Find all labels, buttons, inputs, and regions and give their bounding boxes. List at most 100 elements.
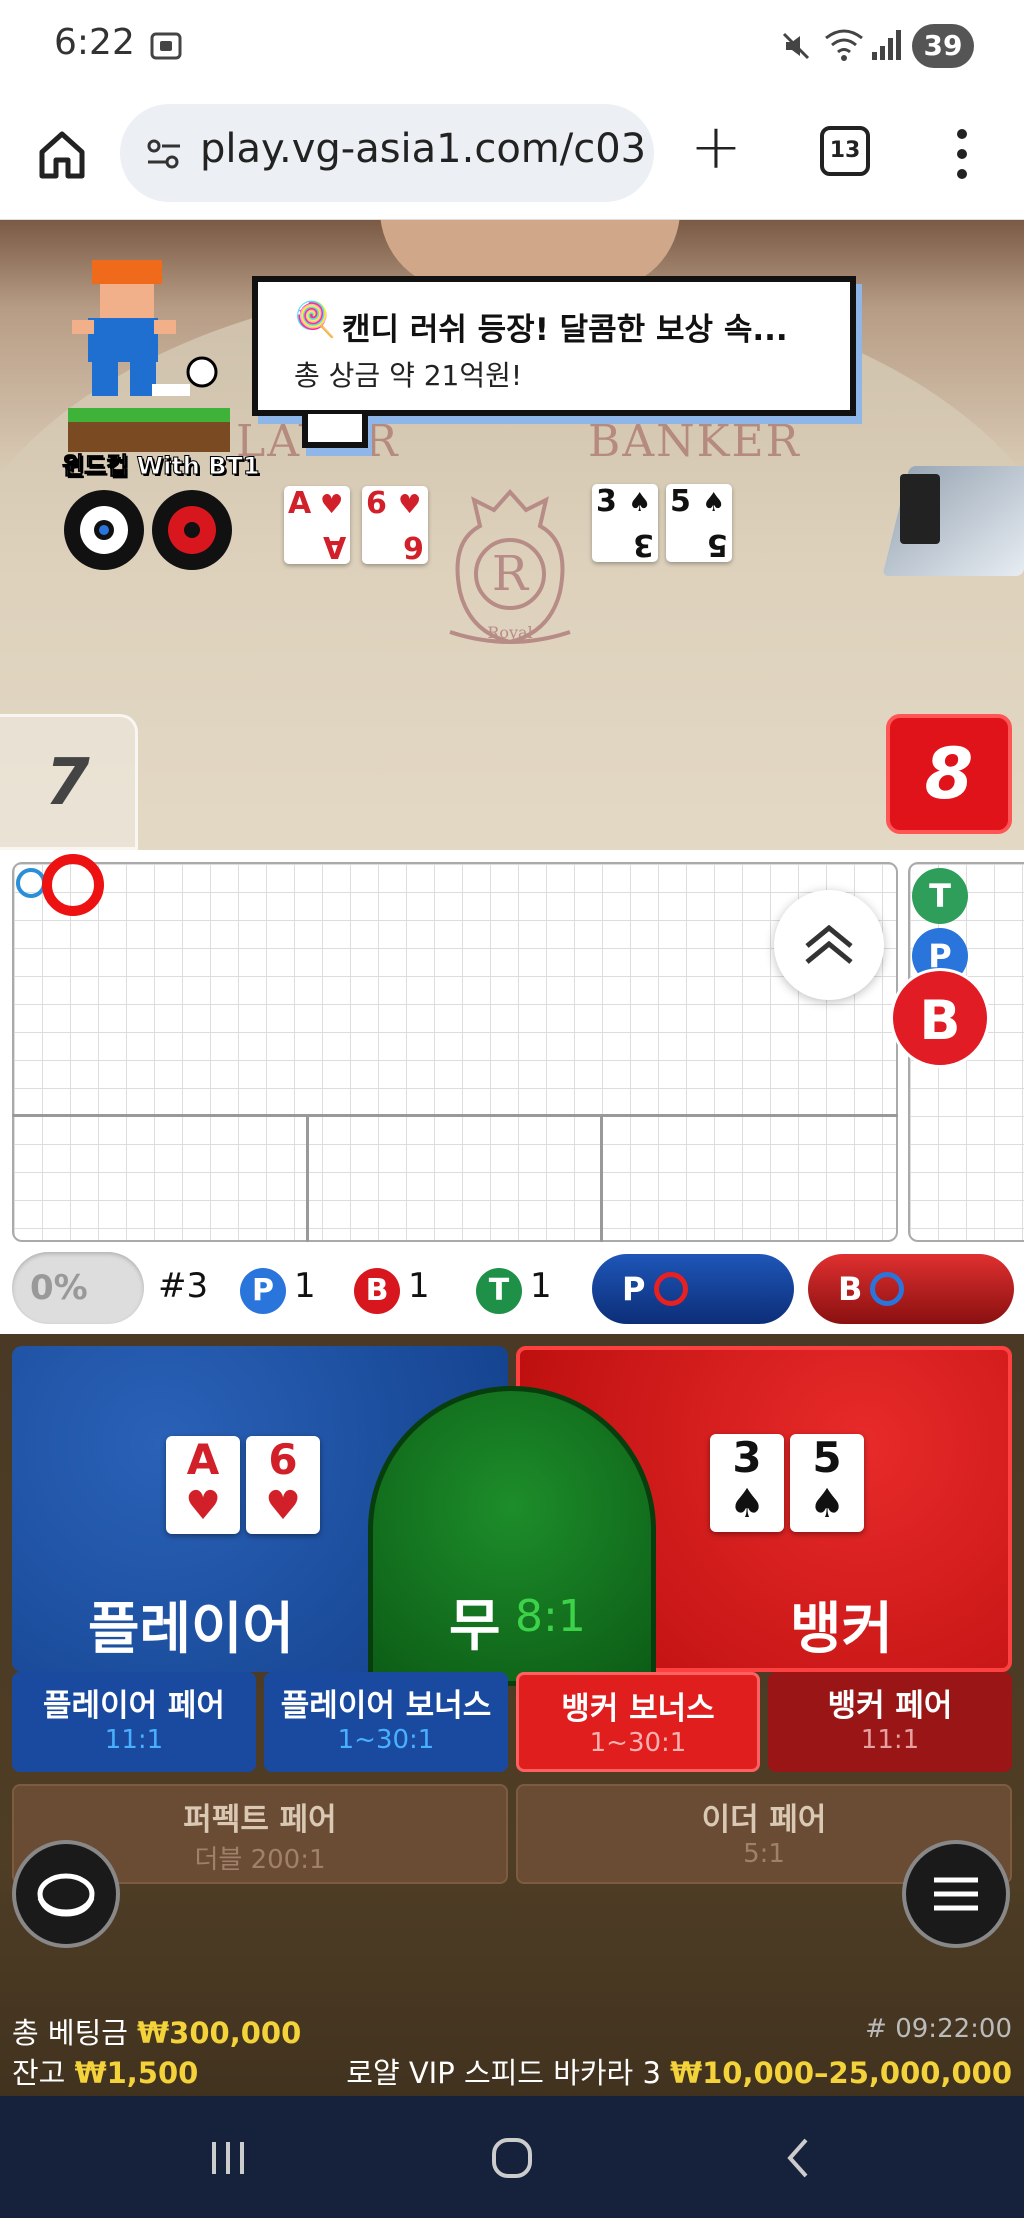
table-name: 로얄 VIP 스피드 바카라 3 <box>346 2056 661 2090</box>
bet-player-pair-odds: 11:1 <box>104 1725 164 1755</box>
url-text[interactable]: play.vg-asia1.com/c03 <box>200 126 646 172</box>
home-icon[interactable] <box>34 126 90 182</box>
chat-bubble-icon <box>37 1873 95 1917</box>
banker-card-2: 5 ♠ <box>790 1434 864 1532</box>
bet-tie-odds: 8:1 <box>515 1591 586 1642</box>
total-bet-value: ₩300,000 <box>137 2016 302 2050</box>
badge-left <box>64 490 144 570</box>
recent-apps-icon[interactable] <box>204 2134 252 2182</box>
chat-button[interactable] <box>12 1840 120 1948</box>
banker-count: 1 <box>408 1266 430 1306</box>
bet-limits: ₩10,000–25,000,000 <box>670 2056 1012 2090</box>
address-bar[interactable]: play.vg-asia1.com/c03 <box>120 104 654 202</box>
predict-banker-label: B <box>838 1270 863 1308</box>
site-settings-icon[interactable] <box>144 134 184 174</box>
grid-divider <box>306 1114 309 1242</box>
table-card-player-1: A A ♥ <box>284 486 350 564</box>
card-shoe-slot <box>900 474 940 544</box>
promo-bubble[interactable]: 🍭 캔디 러쉬 등장! 달콤한 보상 속... 총 상금 약 21억원! <box>252 276 856 416</box>
balance-line: 잔고 ₩1,500 <box>12 2050 198 2092</box>
card-rank: 3 <box>732 1433 762 1482</box>
percent-toggle[interactable]: 0% <box>12 1252 144 1324</box>
promo-bubble-tail <box>302 414 368 448</box>
bet-perfect-pair-label: 퍼펙트 페어 <box>183 1802 337 1838</box>
grid-divider <box>12 1114 898 1117</box>
card-rank: 6 <box>268 1435 298 1484</box>
screenshot-icon <box>150 32 182 60</box>
table-card-rank-inverted: 5 <box>707 527 728 562</box>
bet-tie-label: 무 <box>449 1594 501 1659</box>
stats-bar: 0% #3 P 1 B 1 T 1 P B <box>0 1248 1024 1334</box>
player-count: 1 <box>294 1266 316 1306</box>
card-suit: ♥ <box>265 1483 301 1529</box>
bet-tie-zone[interactable]: 무 8:1 <box>368 1386 656 1686</box>
predict-player-label: P <box>622 1270 646 1308</box>
balance-value: ₩1,500 <box>74 2056 199 2090</box>
more-menu-icon[interactable] <box>952 124 972 184</box>
shoe-number: #3 <box>158 1266 209 1306</box>
badge-right <box>152 490 232 570</box>
bet-either-pair-label: 이더 페어 <box>701 1802 827 1838</box>
predict-player-button[interactable]: P <box>592 1254 794 1324</box>
bet-banker-pair-label: 뱅커 페어 <box>827 1688 953 1724</box>
bead-road-grid <box>12 862 898 1242</box>
bet-player-bonus[interactable]: 플레이어 보너스 1~30:1 <box>264 1672 508 1772</box>
total-bet-label: 총 베팅금 <box>12 2016 128 2050</box>
tab-switcher-button[interactable]: 13 <box>820 126 870 176</box>
bet-banker-bonus-odds: 1~30:1 <box>589 1728 687 1758</box>
table-card-suit: ♥ <box>398 490 422 520</box>
bet-banker-pair[interactable]: 뱅커 페어 11:1 <box>768 1672 1012 1772</box>
pixel-mascot-icon <box>68 260 230 452</box>
table-card-banker-2: 5 5 ♠ <box>666 484 732 562</box>
bet-banker-label: 뱅커 <box>790 1597 894 1662</box>
table-card-rank: 3 <box>596 484 617 519</box>
road-mark-banker <box>42 854 104 916</box>
player-count-icon: P <box>240 1268 286 1314</box>
bet-player-pair[interactable]: 플레이어 페어 11:1 <box>12 1672 256 1772</box>
bet-banker-bonus[interactable]: 뱅커 보너스 1~30:1 <box>516 1672 760 1772</box>
browser-toolbar: play.vg-asia1.com/c03 + 13 <box>0 96 1024 220</box>
signal-icon <box>872 30 901 60</box>
menu-button[interactable] <box>902 1840 1010 1948</box>
bet-player-bonus-odds: 1~30:1 <box>337 1725 435 1755</box>
royal-crest-icon: R Royal <box>449 488 571 645</box>
battery-indicator: 39 <box>912 24 974 68</box>
table-card-rank-inverted: 3 <box>633 527 654 562</box>
new-tab-icon[interactable]: + <box>690 116 742 178</box>
banker-card-1: 3 ♠ <box>710 1434 784 1532</box>
card-suit: ♥ <box>185 1483 221 1529</box>
table-card-rank: 6 <box>366 486 387 521</box>
mascot-label: 윈드컵 With BT1 <box>62 452 261 481</box>
predict-banker-button[interactable]: B <box>808 1254 1014 1324</box>
round-id: # 09:22:00 <box>865 2014 1012 2044</box>
table-card-banker-1: 3 3 ♠ <box>592 484 658 562</box>
bet-player-label: 플레이어 <box>88 1597 295 1662</box>
mute-icon <box>782 32 810 60</box>
card-rank: A <box>186 1435 220 1484</box>
tie-count: 1 <box>530 1266 552 1306</box>
banker-score: 8 <box>886 714 1012 834</box>
player-card-1: A ♥ <box>166 1436 240 1534</box>
grid-divider <box>600 1114 603 1242</box>
bet-banker-pair-odds: 11:1 <box>860 1725 920 1755</box>
promo-subtitle: 총 상금 약 21억원! <box>294 359 523 392</box>
home-nav-icon[interactable] <box>488 2134 536 2182</box>
bet-player-bonus-label: 플레이어 보너스 <box>280 1688 492 1724</box>
table-card-rank-inverted: A <box>322 529 346 564</box>
chevron-up-double-icon <box>805 924 853 964</box>
promo-title: 캔디 러쉬 등장! 달콤한 보상 속... <box>342 312 788 348</box>
table-label-banker: BANKER <box>588 416 801 467</box>
banker-count-icon: B <box>354 1268 400 1314</box>
tie-count-icon: T <box>476 1268 522 1314</box>
table-card-player-2: 6 6 ♥ <box>362 486 428 564</box>
card-suit: ♠ <box>809 1481 845 1527</box>
red-ring-icon <box>654 1272 688 1306</box>
side-road-tie: T <box>912 868 968 924</box>
table-card-suit: ♥ <box>320 490 344 520</box>
red-ball-icon <box>168 506 216 554</box>
lollipop-icon: 🍭 <box>294 300 337 340</box>
back-icon[interactable] <box>776 2134 824 2182</box>
bet-banker-bonus-label: 뱅커 보너스 <box>561 1691 715 1727</box>
collapse-roadmap-button[interactable] <box>774 890 884 1000</box>
table-card-rank: 5 <box>670 484 691 519</box>
